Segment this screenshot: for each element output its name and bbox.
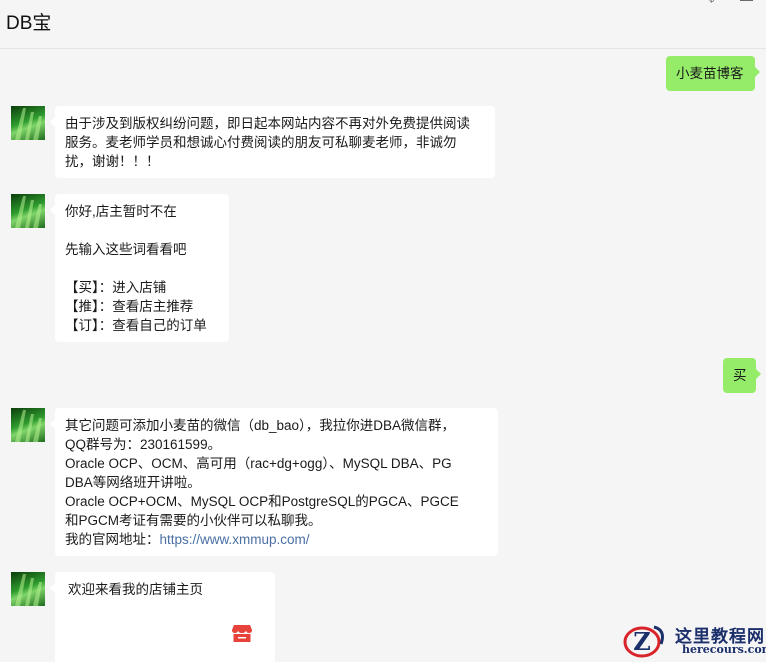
contact-avatar[interactable] [11, 194, 45, 228]
chat-title: DB宝 [6, 13, 52, 34]
message-text: 我的官网地址：https://www.xmmup.com/ [65, 530, 488, 549]
message-text: 先输入这些词看看吧 [65, 242, 187, 257]
message-bubble-outgoing[interactable]: 小麦苗博客 [666, 56, 760, 91]
message-text: 扰，谢谢！！！ [65, 154, 160, 169]
message-text: Oracle OCP+OCM、MySQL OCP和PostgreSQL的PGCA… [65, 494, 459, 509]
message-text: 买 [733, 368, 747, 383]
watermark: Z 这里教程网 herecours.com [618, 618, 766, 662]
message-text: 服务。麦老师学员和想诚心付费阅读的朋友可私聊麦老师，非诚勿 [65, 135, 457, 150]
message-bubble-incoming[interactable]: 其它问题可添加小麦苗的微信（db_bao），我拉你进DBA微信群， QQ群号为：… [50, 408, 498, 556]
website-link[interactable]: https://www.xmmup.com/ [160, 532, 310, 547]
contact-avatar[interactable] [11, 572, 45, 606]
message-text: DBA等网络班开讲啦。 [65, 475, 201, 490]
pin-icon[interactable]: ⌖ [708, 0, 715, 8]
contact-avatar[interactable] [11, 106, 45, 140]
contact-avatar[interactable] [11, 408, 45, 442]
site-label: 我的官网地址： [65, 532, 160, 547]
message-text: 小麦苗博客 [676, 66, 744, 81]
message-bubble-outgoing[interactable]: 买 [723, 358, 761, 393]
watermark-logo-letter: Z [633, 627, 651, 656]
watermark-url: herecours.com [682, 643, 766, 656]
minimize-icon[interactable]: — [740, 0, 753, 7]
watermark-logo-icon: Z [623, 625, 664, 658]
message-text: 你好,店主暂时不在 [65, 204, 177, 219]
message-text: Oracle OCP、OCM、高可用（rac+dg+ogg）、MySQL DBA… [65, 456, 452, 471]
shop-card-title: 欢迎来看我的店铺主页 [68, 582, 203, 597]
message-text: 【买】：进入店铺 [65, 280, 167, 295]
chat-header: DB宝 ⌖ — [0, 0, 766, 49]
message-text: 其它问题可添加小麦苗的微信（db_bao），我拉你进DBA微信群， [65, 418, 456, 433]
message-text: 和PGCM考证有需要的小伙伴可以私聊我。 [65, 513, 322, 528]
shop-icon [232, 625, 252, 642]
message-bubble-incoming[interactable]: 你好,店主暂时不在 先输入这些词看看吧 【买】：进入店铺 【推】：查看店主推荐 … [50, 194, 229, 342]
message-text: QQ群号为：230161599。 [65, 437, 222, 452]
message-text: 【订】：查看自己的订单 [65, 318, 207, 333]
message-bubble-incoming[interactable]: 由于涉及到版权纠纷问题，即日起本网站内容不再对外免费提供阅读 服务。麦老师学员和… [50, 106, 495, 178]
message-text: 由于涉及到版权纠纷问题，即日起本网站内容不再对外免费提供阅读 [65, 116, 470, 131]
message-text: 【推】：查看店主推荐 [65, 299, 194, 314]
shop-card[interactable]: 欢迎来看我的店铺主页 [50, 572, 275, 662]
